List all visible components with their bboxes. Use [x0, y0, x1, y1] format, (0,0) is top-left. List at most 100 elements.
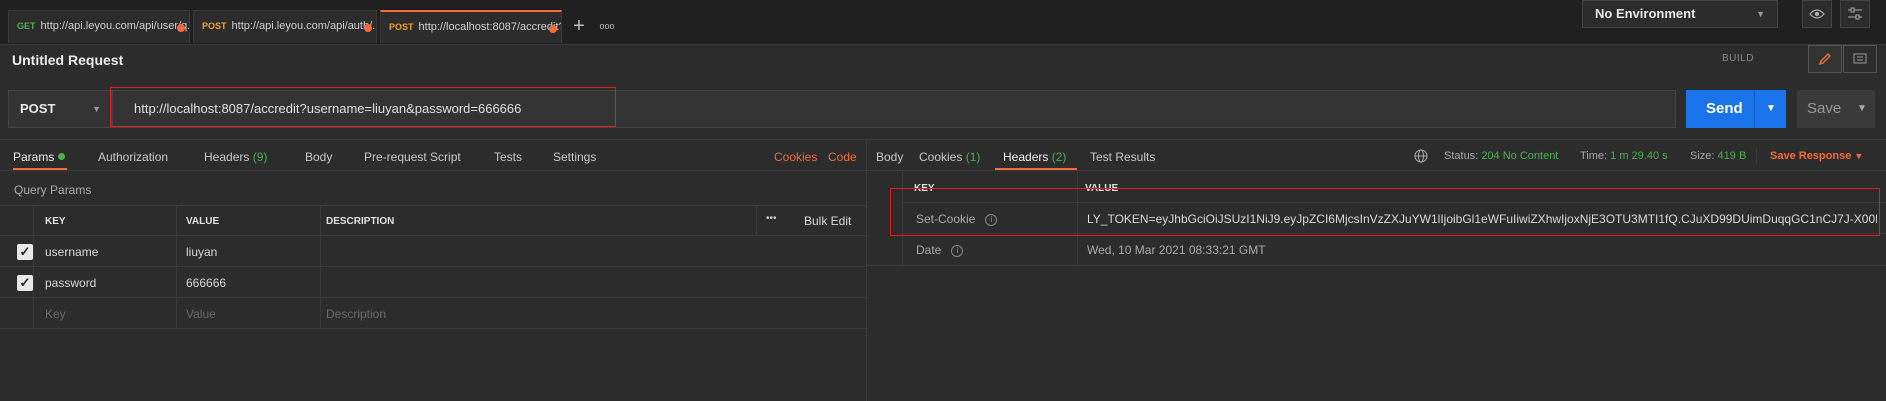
time-value[interactable]: 1 m 29.40 s — [1610, 150, 1667, 162]
response-time: Time: 1 m 29.40 s — [1580, 150, 1668, 162]
divider — [0, 170, 866, 171]
row-divider — [0, 297, 866, 298]
row-checkbox[interactable]: ✓ — [17, 244, 33, 260]
save-response-label: Save Response — [1770, 150, 1852, 162]
request-tab-2[interactable]: POST http://api.leyou.com/api/auth/... — [193, 10, 377, 43]
manage-environments-button[interactable] — [1840, 0, 1870, 28]
tab-prerequest-script[interactable]: Pre-request Script — [364, 150, 461, 164]
tab-url: http://localhost:8087/accredit?... — [418, 21, 562, 33]
info-icon[interactable]: i — [951, 245, 964, 257]
table-border — [0, 328, 866, 329]
param-key[interactable]: password — [45, 276, 96, 290]
send-label: Send — [1706, 100, 1743, 117]
divider — [0, 139, 1886, 140]
column-divider — [756, 205, 757, 235]
response-size: Size: 419 B — [1690, 150, 1746, 162]
resp-tab-headers[interactable]: Headers (2) — [1003, 150, 1066, 164]
query-params-title: Query Params — [14, 183, 92, 197]
status-value[interactable]: 204 No Content — [1481, 150, 1558, 162]
cookies-count: (1) — [965, 150, 981, 164]
method-select[interactable]: POST ▼ — [8, 90, 112, 128]
request-tab-1[interactable]: GET http://api.leyou.com/api/user/q... — [8, 10, 190, 43]
resp-headers-count: (2) — [1051, 150, 1067, 164]
row-checkbox[interactable]: ✓ — [17, 275, 33, 291]
status-label: Status: — [1444, 150, 1479, 162]
response-highlight-box — [890, 188, 1880, 236]
cookies-link[interactable]: Cookies — [774, 150, 817, 164]
url-highlight-box — [110, 87, 616, 127]
size-label: Size: — [1690, 150, 1715, 162]
send-divider — [1754, 90, 1755, 128]
new-description-input[interactable]: Description — [326, 307, 386, 321]
tab-authorization[interactable]: Authorization — [98, 150, 168, 164]
tab-params[interactable]: Params — [13, 150, 66, 164]
globe-icon[interactable] — [1414, 149, 1428, 168]
tab-headers-label: Headers — [204, 150, 250, 164]
param-value[interactable]: 666666 — [186, 276, 226, 290]
new-tab-button[interactable]: + — [566, 10, 592, 42]
request-tab-bar: GET http://api.leyou.com/api/user/q... PO… — [0, 0, 1886, 45]
new-key-input[interactable]: Key — [45, 307, 66, 321]
param-value[interactable]: liuyan — [186, 245, 217, 259]
divider — [866, 170, 1886, 171]
method-label: POST — [20, 101, 56, 116]
environment-select[interactable]: No Environment ▼ — [1582, 0, 1778, 28]
tab-method: POST — [389, 22, 414, 32]
comments-button[interactable] — [1843, 45, 1877, 73]
resp-tab-body[interactable]: Body — [876, 150, 903, 164]
resp-headers-label: Headers — [1003, 150, 1049, 164]
bulk-edit-link[interactable]: Bulk Edit — [804, 214, 851, 228]
build-label: BUILD — [1722, 53, 1754, 64]
time-label: Time: — [1580, 150, 1608, 162]
comment-icon — [1853, 53, 1867, 64]
chevron-down-icon[interactable]: ▼ — [1766, 90, 1776, 128]
unsaved-dot-icon — [364, 24, 372, 32]
column-key: KEY — [45, 216, 66, 227]
params-active-dot-icon — [58, 153, 66, 160]
header-key-text: Date — [916, 243, 942, 257]
save-label: Save — [1807, 100, 1842, 117]
request-title[interactable]: Untitled Request — [12, 52, 123, 68]
pane-divider — [866, 139, 867, 401]
eye-icon — [1809, 9, 1825, 19]
new-value-input[interactable]: Value — [186, 307, 216, 321]
unsaved-dot-icon — [549, 25, 557, 33]
resp-tab-cookies[interactable]: Cookies (1) — [919, 150, 980, 164]
chevron-down-icon: ▼ — [1854, 151, 1864, 161]
save-button[interactable]: Save ▼ — [1797, 90, 1875, 128]
tab-params-label: Params — [13, 150, 55, 164]
tab-settings[interactable]: Settings — [553, 150, 596, 164]
resp-tab-test-results[interactable]: Test Results — [1090, 150, 1155, 164]
size-value[interactable]: 419 B — [1718, 150, 1747, 162]
chevron-down-icon: ▼ — [1756, 9, 1765, 19]
header-key: Date i — [916, 243, 964, 257]
headers-count: (9) — [252, 150, 268, 164]
resp-cookies-label: Cookies — [919, 150, 963, 164]
tab-tests[interactable]: Tests — [494, 150, 522, 164]
code-link[interactable]: Code — [828, 150, 857, 164]
chevron-down-icon[interactable]: ▼ — [1857, 90, 1867, 128]
tab-method: GET — [17, 21, 36, 31]
param-key[interactable]: username — [45, 245, 98, 259]
table-border — [866, 265, 1886, 266]
more-options-button[interactable]: ••• — [766, 213, 777, 224]
tab-body[interactable]: Body — [305, 150, 332, 164]
column-description: DESCRIPTION — [326, 216, 395, 227]
chevron-down-icon: ▼ — [92, 104, 101, 114]
tab-method: POST — [202, 21, 227, 31]
header-value[interactable]: Wed, 10 Mar 2021 08:33:21 GMT — [1087, 243, 1266, 257]
unsaved-dot-icon — [177, 24, 185, 32]
send-button[interactable]: Send ▼ — [1686, 90, 1786, 128]
more-tabs-button[interactable]: ooo — [594, 10, 620, 42]
tab-url: http://api.leyou.com/api/user/q... — [40, 20, 190, 32]
tab-headers[interactable]: Headers (9) — [204, 150, 267, 164]
build-mode-button[interactable] — [1808, 45, 1842, 73]
table-border — [0, 235, 866, 236]
request-tab-3[interactable]: POST http://localhost:8087/accredit?... — [380, 10, 562, 43]
environment-label: No Environment — [1595, 6, 1696, 21]
save-response-button[interactable]: Save Response ▼ — [1770, 150, 1863, 162]
column-value: VALUE — [186, 216, 220, 227]
row-divider — [0, 266, 866, 267]
environment-quick-look-button[interactable] — [1802, 0, 1832, 28]
response-status: Status: 204 No Content — [1444, 150, 1558, 162]
